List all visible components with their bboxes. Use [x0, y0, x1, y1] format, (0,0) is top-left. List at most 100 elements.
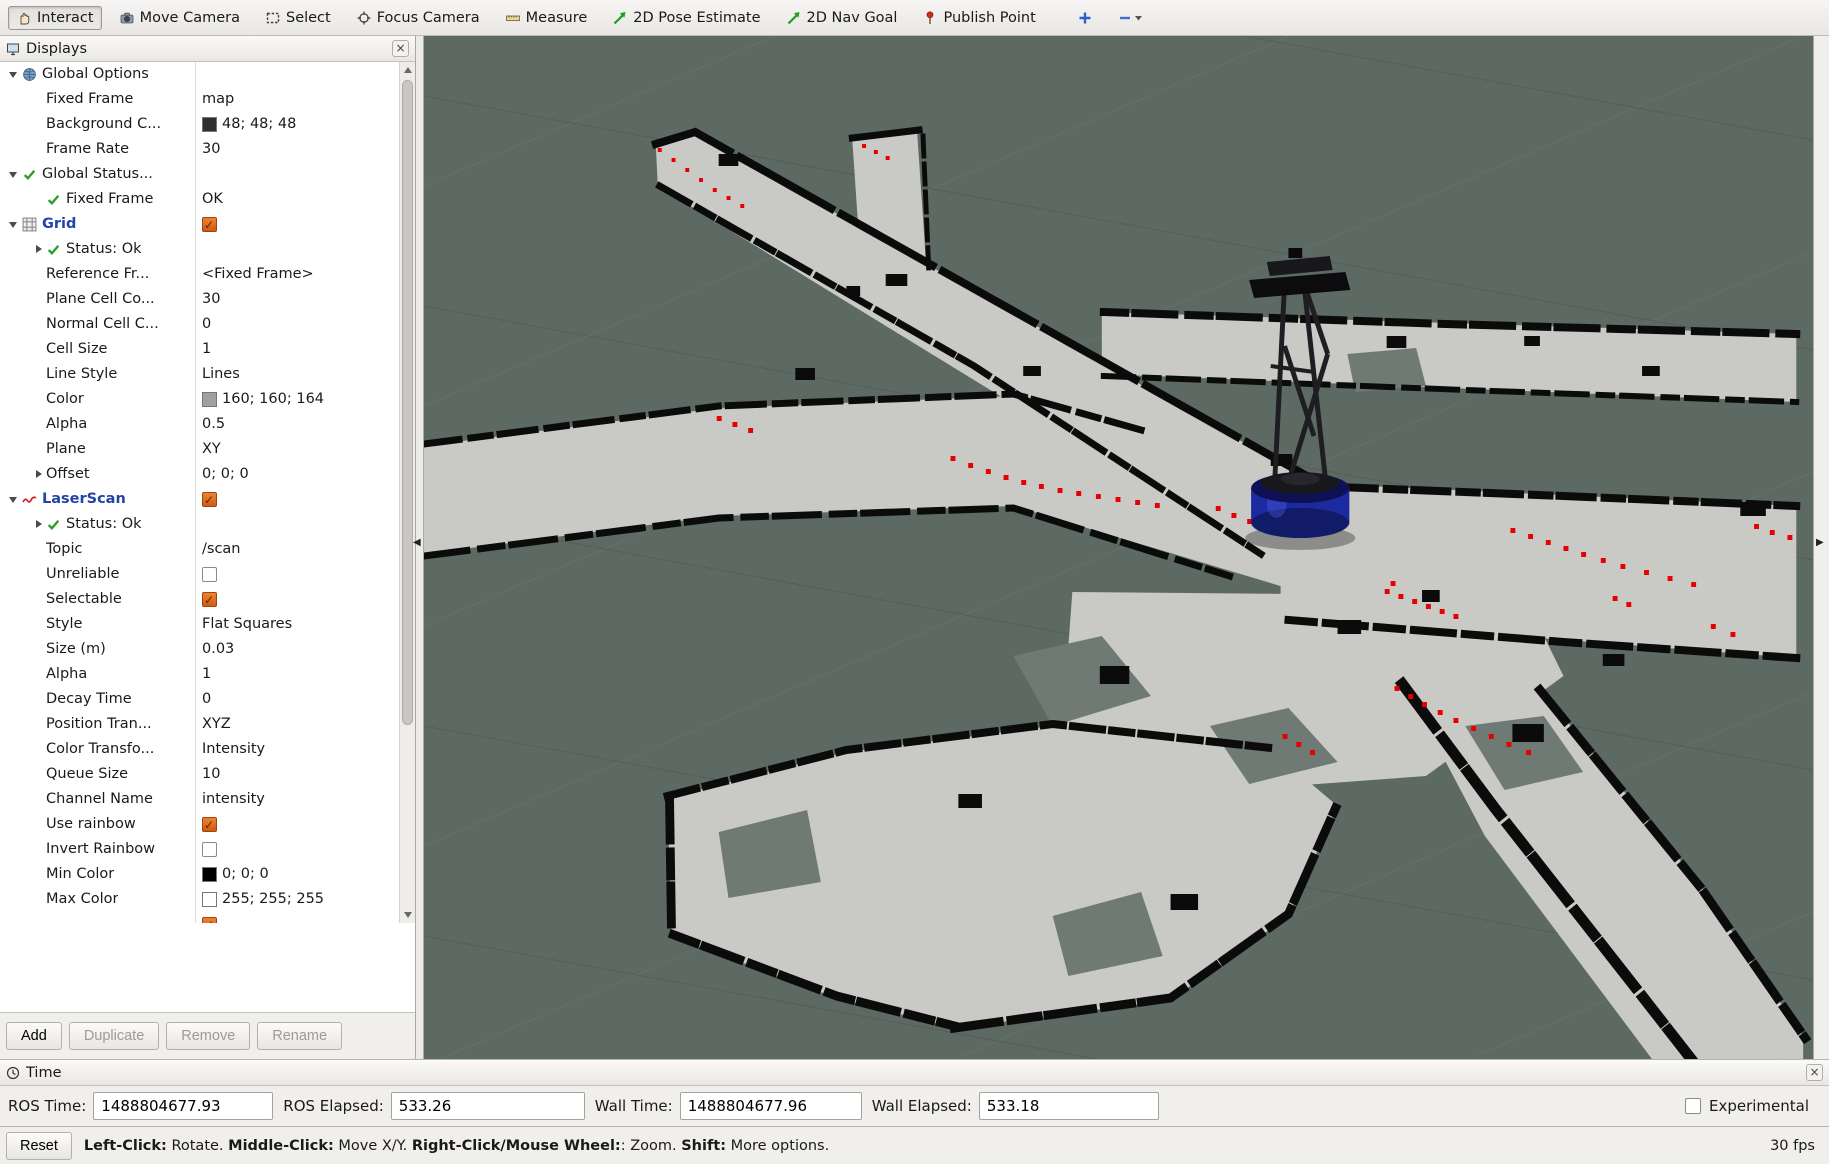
- tree-row[interactable]: Color Transfo...Intensity: [0, 737, 415, 762]
- tree-row[interactable]: PlaneXY: [0, 437, 415, 462]
- tree-row[interactable]: Plane Cell Co...30: [0, 287, 415, 312]
- add-tool-button[interactable]: [1069, 6, 1101, 30]
- property-value[interactable]: Flat Squares: [195, 612, 415, 637]
- property-value[interactable]: 1: [195, 337, 415, 362]
- property-value[interactable]: <Fixed Frame>: [195, 262, 415, 287]
- tree-row[interactable]: LaserScan: [0, 487, 415, 512]
- tree-row[interactable]: Global Status...: [0, 162, 415, 187]
- checkbox-unchecked[interactable]: [202, 842, 217, 857]
- property-value[interactable]: 0: [195, 687, 415, 712]
- expander-open-icon[interactable]: [8, 212, 22, 237]
- tree-row[interactable]: Position Tran...XYZ: [0, 712, 415, 737]
- focus-camera-button[interactable]: Focus Camera: [348, 6, 488, 30]
- expander-open-icon[interactable]: [8, 162, 22, 187]
- viewport[interactable]: [424, 36, 1813, 1059]
- property-value[interactable]: 0: [195, 312, 415, 337]
- duplicate-button[interactable]: Duplicate: [69, 1022, 159, 1050]
- tree-row[interactable]: Max Color255; 255; 255: [0, 887, 415, 912]
- property-value[interactable]: XYZ: [195, 712, 415, 737]
- tree-row[interactable]: Line StyleLines: [0, 362, 415, 387]
- expander-open-icon[interactable]: [8, 62, 22, 87]
- tree-row[interactable]: [0, 912, 415, 923]
- tree-row[interactable]: Size (m)0.03: [0, 637, 415, 662]
- tree-row[interactable]: Status: Ok: [0, 512, 415, 537]
- reset-button[interactable]: Reset: [6, 1132, 72, 1160]
- tree-row[interactable]: Fixed FrameOK: [0, 187, 415, 212]
- tree-row[interactable]: Background C...48; 48; 48: [0, 112, 415, 137]
- expander-closed-icon[interactable]: [32, 237, 46, 262]
- remove-button[interactable]: Remove: [166, 1022, 250, 1050]
- property-value[interactable]: /scan: [195, 537, 415, 562]
- wall-time-input[interactable]: [680, 1092, 862, 1120]
- property-value[interactable]: [195, 812, 415, 837]
- tree-row[interactable]: Topic/scan: [0, 537, 415, 562]
- 3d-viewport-scene[interactable]: [424, 36, 1813, 1059]
- tree-row[interactable]: Reference Fr...<Fixed Frame>: [0, 262, 415, 287]
- add-button[interactable]: Add: [6, 1022, 62, 1050]
- scroll-down-icon[interactable]: [400, 907, 415, 923]
- scroll-up-icon[interactable]: [400, 62, 415, 78]
- right-panel-strip[interactable]: ▶: [1813, 36, 1829, 1059]
- expander-closed-icon[interactable]: [32, 462, 46, 487]
- property-value[interactable]: [195, 587, 415, 612]
- tree-row[interactable]: StyleFlat Squares: [0, 612, 415, 637]
- tree-row[interactable]: Frame Rate30: [0, 137, 415, 162]
- nav-goal-button[interactable]: 2D Nav Goal: [778, 6, 906, 30]
- checkbox-checked[interactable]: [202, 817, 217, 832]
- property-value[interactable]: 48; 48; 48: [195, 112, 415, 137]
- select-button[interactable]: Select: [257, 6, 339, 30]
- collapse-right-icon[interactable]: ▶: [1816, 537, 1824, 548]
- interact-button[interactable]: Interact: [8, 6, 102, 30]
- checkbox-checked[interactable]: [202, 492, 217, 507]
- property-value[interactable]: 0.03: [195, 637, 415, 662]
- property-value[interactable]: 0; 0; 0: [195, 462, 415, 487]
- property-value[interactable]: 1: [195, 662, 415, 687]
- tree-row[interactable]: Normal Cell C...0: [0, 312, 415, 337]
- measure-button[interactable]: Measure: [497, 6, 596, 30]
- property-value[interactable]: 255; 255; 255: [195, 887, 415, 912]
- property-value[interactable]: 160; 160; 164: [195, 387, 415, 412]
- tree-row[interactable]: Alpha0.5: [0, 412, 415, 437]
- ros-elapsed-input[interactable]: [391, 1092, 585, 1120]
- property-value[interactable]: 30: [195, 137, 415, 162]
- displays-scrollbar[interactable]: [399, 62, 415, 923]
- move-camera-button[interactable]: Move Camera: [111, 6, 248, 30]
- ros-time-input[interactable]: [93, 1092, 273, 1120]
- expander-open-icon[interactable]: [8, 487, 22, 512]
- property-value[interactable]: Lines: [195, 362, 415, 387]
- checkbox-checked[interactable]: [202, 592, 217, 607]
- tree-row[interactable]: Color160; 160; 164: [0, 387, 415, 412]
- remove-tool-button[interactable]: [1110, 6, 1152, 30]
- property-value[interactable]: [195, 212, 415, 237]
- property-value[interactable]: [195, 912, 415, 923]
- tree-row[interactable]: Decay Time0: [0, 687, 415, 712]
- property-value[interactable]: map: [195, 87, 415, 112]
- property-value[interactable]: XY: [195, 437, 415, 462]
- close-icon[interactable]: ×: [1806, 1064, 1823, 1081]
- wall-elapsed-input[interactable]: [979, 1092, 1159, 1120]
- pose-estimate-button[interactable]: 2D Pose Estimate: [604, 6, 768, 30]
- property-value[interactable]: 10: [195, 762, 415, 787]
- scrollbar-thumb[interactable]: [402, 80, 413, 725]
- tree-row[interactable]: Selectable: [0, 587, 415, 612]
- property-value[interactable]: [195, 562, 415, 587]
- tree-row[interactable]: Cell Size1: [0, 337, 415, 362]
- rename-button[interactable]: Rename: [257, 1022, 342, 1050]
- tree-row[interactable]: Global Options: [0, 62, 415, 87]
- tree-row[interactable]: Offset0; 0; 0: [0, 462, 415, 487]
- tree-row[interactable]: Use rainbow: [0, 812, 415, 837]
- close-icon[interactable]: ×: [392, 40, 409, 57]
- collapse-left-icon[interactable]: ◀: [413, 537, 421, 548]
- property-value[interactable]: Intensity: [195, 737, 415, 762]
- tree-row[interactable]: Alpha1: [0, 662, 415, 687]
- checkbox-checked[interactable]: [202, 917, 217, 923]
- tree-row[interactable]: Channel Nameintensity: [0, 787, 415, 812]
- property-value[interactable]: OK: [195, 187, 415, 212]
- experimental-checkbox[interactable]: [1685, 1098, 1701, 1114]
- tree-row[interactable]: Fixed Framemap: [0, 87, 415, 112]
- property-value[interactable]: 0; 0; 0: [195, 862, 415, 887]
- expander-closed-icon[interactable]: [32, 512, 46, 537]
- tree-row[interactable]: Queue Size10: [0, 762, 415, 787]
- property-value[interactable]: [195, 837, 415, 862]
- tree-row[interactable]: Grid: [0, 212, 415, 237]
